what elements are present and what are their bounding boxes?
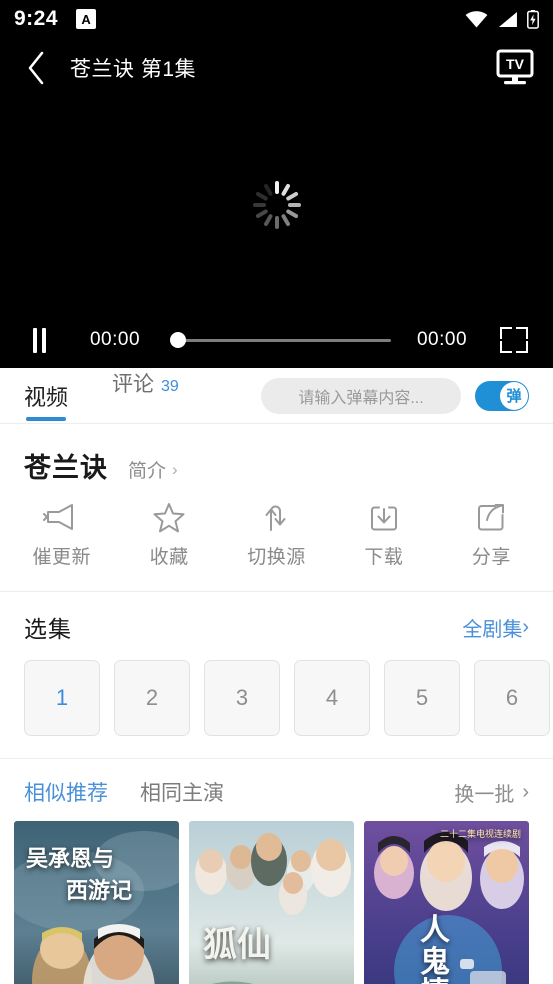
wifi-icon xyxy=(465,10,488,28)
episode-item-3[interactable]: 3 xyxy=(204,660,280,736)
show-description-label: 简介 xyxy=(128,461,167,482)
download-icon xyxy=(369,501,399,533)
chevron-right-icon: › xyxy=(522,780,529,803)
action-remind-update[interactable]: 催更新 xyxy=(8,501,115,569)
progress-track xyxy=(178,338,391,342)
share-icon xyxy=(476,501,506,533)
poster-title-line1: 吴承恩与 xyxy=(26,846,115,871)
poster-title: 人鬼情缘 xyxy=(420,914,450,984)
episode-list[interactable]: 1 2 3 4 5 6 xyxy=(0,644,553,736)
recommend-header: 相似推荐 相同主演 换一批 › xyxy=(0,759,553,807)
loading-spinner-icon xyxy=(252,180,302,230)
progress-knob[interactable] xyxy=(170,332,186,348)
svg-text:TV: TV xyxy=(506,56,525,72)
tab-comments-label: 评论 xyxy=(112,372,155,396)
episode-item-4[interactable]: 4 xyxy=(294,660,370,736)
tab-active-indicator xyxy=(26,416,66,421)
fullscreen-corner-tr-icon xyxy=(516,327,528,339)
recommend-card[interactable]: 吴承恩与 西游记 更新至第46集 xyxy=(14,821,179,984)
show-title: 苍兰诀 xyxy=(24,453,108,483)
switch-source-icon xyxy=(262,501,292,533)
poster-title-line2: 西游记 xyxy=(66,878,133,903)
show-description-link[interactable]: 简介 › xyxy=(128,456,178,483)
back-chevron-icon xyxy=(28,51,44,85)
fullscreen-corner-tl-icon xyxy=(500,327,512,339)
megaphone-icon xyxy=(42,501,82,533)
danmaku-toggle-knob: 弹 xyxy=(500,381,528,410)
action-download[interactable]: 下载 xyxy=(330,501,437,569)
pause-button[interactable] xyxy=(22,323,56,357)
player-controls: 00:00 00:00 xyxy=(0,312,553,368)
total-time: 00:00 xyxy=(416,329,468,350)
tab-comments[interactable]: 评论 39 xyxy=(112,368,179,424)
all-episodes-label: 全剧集 xyxy=(462,618,523,641)
chevron-right-icon: › xyxy=(172,459,178,479)
chevron-right-icon: › xyxy=(522,615,529,638)
tab-video-label: 视频 xyxy=(24,384,69,410)
battery-icon xyxy=(527,9,539,29)
action-bar: 催更新 收藏 切换源 下载 分享 xyxy=(0,485,553,569)
recommend-card-list: 吴承恩与 西游记 更新至第46集 xyxy=(0,807,553,984)
tv-cast-icon: TV xyxy=(496,49,534,85)
back-button[interactable] xyxy=(14,46,58,90)
status-icons xyxy=(465,9,539,29)
signal-icon xyxy=(499,11,517,27)
content-tabs: 视频 评论 39 请输入弹幕内容... 弹 xyxy=(0,368,553,424)
status-clock: 9:24 xyxy=(14,7,59,30)
recommend-card[interactable]: 狐仙 全43集 xyxy=(189,821,354,984)
poster-title: 狐仙 xyxy=(203,926,271,964)
tab-same-cast[interactable]: 相同主演 xyxy=(140,777,224,807)
action-favorite[interactable]: 收藏 xyxy=(115,501,222,569)
fullscreen-corner-br-icon xyxy=(516,341,528,353)
episode-item-2[interactable]: 2 xyxy=(114,660,190,736)
fullscreen-button[interactable] xyxy=(497,325,531,355)
title-bar: 苍兰诀 第1集 TV xyxy=(0,38,553,98)
action-remind-update-label: 催更新 xyxy=(32,547,91,568)
all-episodes-link[interactable]: 全剧集 › xyxy=(462,613,529,642)
recommend-card[interactable]: 二十二集电视连续剧 人鬼情缘 人鬼故事齐聚聊... xyxy=(364,821,529,984)
action-share[interactable]: 分享 xyxy=(438,501,545,569)
progress-bar[interactable] xyxy=(170,330,391,350)
episode-section-title: 选集 xyxy=(24,616,72,642)
action-share-label: 分享 xyxy=(471,547,511,568)
episode-item-5[interactable]: 5 xyxy=(384,660,460,736)
status-bar: 9:24 A xyxy=(0,0,553,38)
danmaku-toggle[interactable]: 弹 xyxy=(475,380,529,411)
pause-bar-left xyxy=(32,327,37,353)
current-time: 00:00 xyxy=(89,329,141,350)
action-switch-source-label: 切换源 xyxy=(247,547,306,568)
show-header: 苍兰诀 简介 › xyxy=(0,424,553,485)
refresh-recommend-label: 换一批 xyxy=(454,783,515,806)
pause-bar-right xyxy=(41,327,46,353)
poster-corner-text: 二十二集电视连续剧 xyxy=(439,829,521,839)
comment-count: 39 xyxy=(161,377,179,395)
fullscreen-corner-bl-icon xyxy=(500,341,512,353)
app-screen: 9:24 A 苍兰诀 第1集 TV 00:00 00:00 视频 评论 39 请… xyxy=(0,0,553,984)
episode-item-1[interactable]: 1 xyxy=(24,660,100,736)
episode-header: 选集 全剧集 › xyxy=(0,592,553,644)
star-icon xyxy=(153,501,185,533)
page-title: 苍兰诀 第1集 xyxy=(70,58,197,81)
video-player[interactable] xyxy=(0,98,553,312)
cast-button[interactable]: TV xyxy=(491,46,539,90)
action-switch-source[interactable]: 切换源 xyxy=(223,501,330,569)
episode-item-6[interactable]: 6 xyxy=(474,660,550,736)
danmaku-input[interactable]: 请输入弹幕内容... xyxy=(261,377,461,414)
tab-similar-recommend[interactable]: 相似推荐 xyxy=(24,777,108,807)
action-download-label: 下载 xyxy=(364,547,404,568)
tab-video[interactable]: 视频 xyxy=(24,368,68,424)
app-badge-icon: A xyxy=(76,9,97,29)
refresh-recommend-button[interactable]: 换一批 › xyxy=(454,778,529,807)
action-favorite-label: 收藏 xyxy=(149,547,189,568)
